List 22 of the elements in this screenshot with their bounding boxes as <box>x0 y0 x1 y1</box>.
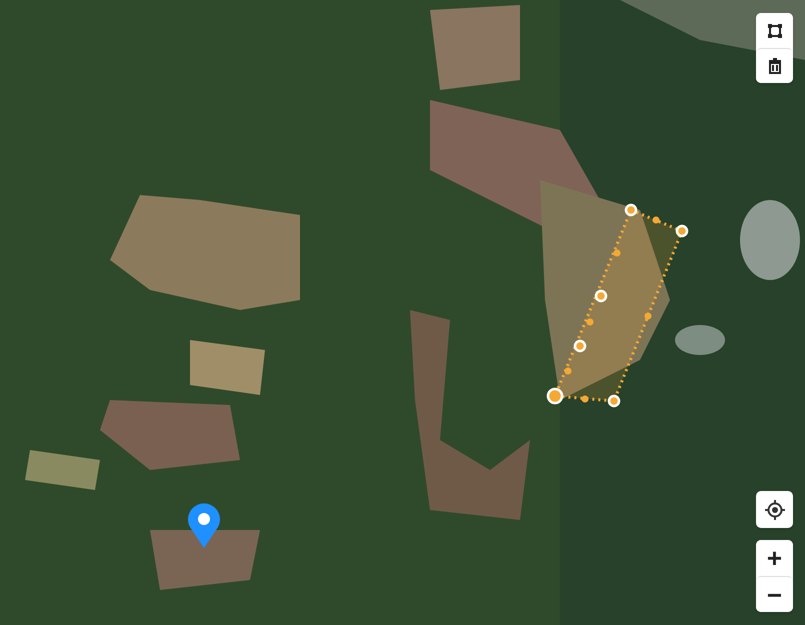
zoom-out-button[interactable]: − <box>756 576 793 612</box>
trash-icon <box>768 58 782 74</box>
locate-icon <box>764 500 784 520</box>
cloud <box>675 325 725 355</box>
midpoint-handle[interactable] <box>582 396 588 402</box>
midpoint-handle[interactable] <box>652 216 660 224</box>
vertex-handle[interactable] <box>546 388 564 404</box>
vertex-handle[interactable] <box>574 340 586 352</box>
location-pin-icon[interactable] <box>188 503 220 548</box>
midpoint-handle[interactable] <box>614 250 620 256</box>
midpoint-handle[interactable] <box>564 368 572 374</box>
vertex-handle[interactable] <box>676 224 688 238</box>
vertex-handle[interactable] <box>608 394 620 408</box>
midpoint-handle[interactable] <box>586 318 594 326</box>
locate-button[interactable] <box>756 491 793 528</box>
midpoint-handle[interactable] <box>644 312 652 320</box>
polygon-icon <box>766 22 782 38</box>
vertex-handle[interactable] <box>594 290 608 302</box>
delete-button[interactable] <box>756 48 793 83</box>
draw-polygon-button[interactable] <box>756 13 793 48</box>
vertex-handle[interactable] <box>624 204 638 216</box>
zoom-in-button[interactable]: + <box>756 540 793 576</box>
